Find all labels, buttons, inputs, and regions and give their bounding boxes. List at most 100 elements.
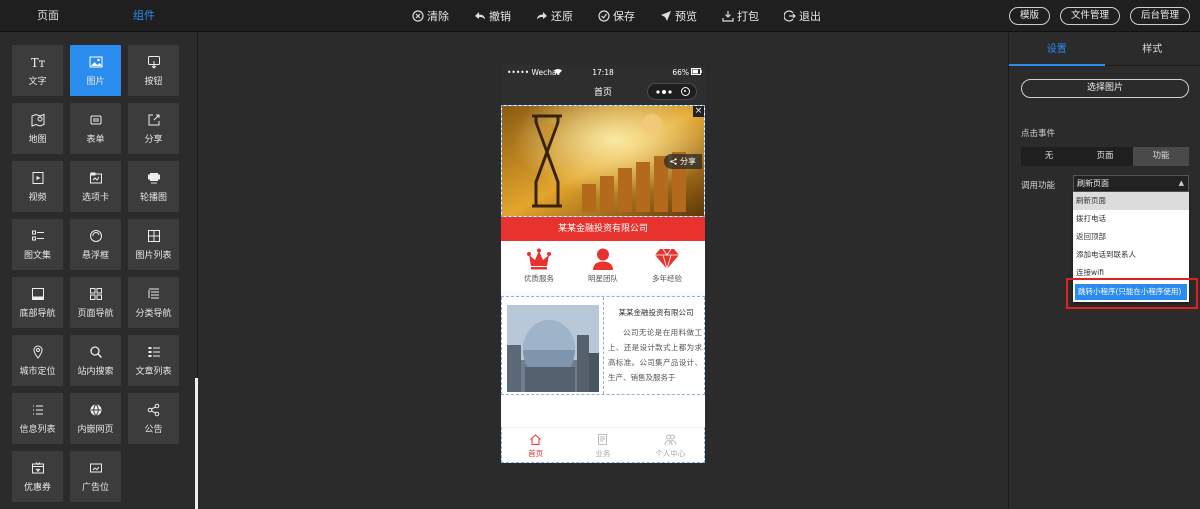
svg-text:Tт: Tт: [31, 56, 45, 69]
dropdown-option[interactable]: 返回顶部: [1073, 228, 1189, 246]
feature-service[interactable]: 优质服务: [524, 248, 554, 284]
component-label: 站内搜索: [77, 366, 114, 377]
tab-settings[interactable]: 设置: [1009, 33, 1105, 66]
admin-button[interactable]: 后台管理: [1129, 7, 1190, 25]
component-label: 分享: [144, 134, 163, 145]
diamond-icon: [655, 248, 679, 270]
tab-business[interactable]: 业务: [569, 428, 636, 462]
preview-button[interactable]: 预览: [660, 8, 697, 24]
tab-label: 个人中心: [655, 449, 686, 458]
component-tile[interactable]: 选项卡: [70, 161, 121, 212]
button-icon: [147, 55, 160, 69]
component-tile[interactable]: 站内搜索: [70, 335, 121, 386]
close-miniapp-icon[interactable]: [681, 87, 690, 96]
choose-image-button[interactable]: 选择图片: [1021, 79, 1189, 98]
feature-team[interactable]: 明星团队: [588, 248, 618, 284]
component-label: 文章列表: [135, 366, 172, 377]
component-tile[interactable]: 图片列表: [128, 219, 179, 270]
component-tile[interactable]: 表单: [70, 103, 121, 154]
feature-experience[interactable]: 多年经验: [652, 248, 682, 284]
preview-label: 预览: [675, 10, 697, 23]
component-tile[interactable]: 悬浮框: [70, 219, 121, 270]
dropdown-option[interactable]: 刷新页面: [1073, 192, 1189, 210]
save-button[interactable]: 保存: [598, 8, 635, 24]
close-icon[interactable]: ×: [693, 106, 704, 117]
component-tile[interactable]: 图文集: [12, 219, 63, 270]
component-grid: Tт 文字 图片 按钮地图 表单 分享视频 选项卡 轮播图图文集 悬浮框 图片列表底部导航 页面导航…: [12, 45, 179, 502]
component-tile[interactable]: 轮播图: [128, 161, 179, 212]
component-tile[interactable]: Tт 文字: [12, 45, 63, 96]
component-tile[interactable]: 图片: [70, 45, 121, 96]
redo-button[interactable]: 还原: [536, 8, 573, 24]
feature-label: 多年经验: [652, 274, 682, 283]
capsule-menu[interactable]: [647, 83, 697, 100]
page-nav-icon: [89, 287, 102, 300]
component-tile[interactable]: 城市定位: [12, 335, 63, 386]
save-icon: [598, 10, 610, 22]
user-center-icon: [664, 434, 677, 446]
bottom-nav-icon: [31, 287, 44, 300]
dropdown-option[interactable]: 拨打电话: [1073, 210, 1189, 228]
more-icon: [656, 90, 672, 94]
component-tile[interactable]: 按钮: [128, 45, 179, 96]
exit-label: 退出: [799, 10, 821, 23]
component-tile[interactable]: 视频: [12, 161, 63, 212]
divider: [603, 297, 604, 394]
event-option-function[interactable]: 功能: [1133, 147, 1189, 166]
undo-button[interactable]: 撤销: [474, 8, 511, 24]
undo-label: 撤销: [489, 10, 511, 23]
tab-page[interactable]: 页面: [0, 0, 96, 32]
image-text-icon: [31, 230, 44, 240]
component-tile[interactable]: 文章列表: [128, 335, 179, 386]
feature-label: 明星团队: [588, 274, 618, 283]
function-select[interactable]: 刷新页面 ▲: [1073, 175, 1189, 192]
tab-components[interactable]: 组件: [96, 0, 192, 32]
save-label: 保存: [613, 10, 635, 23]
event-option-page[interactable]: 页面: [1077, 147, 1133, 166]
component-tile[interactable]: 广告位: [70, 451, 121, 502]
package-label: 打包: [737, 10, 759, 23]
component-tile[interactable]: 分类导航: [128, 277, 179, 328]
function-label: 调用功能: [1021, 181, 1056, 191]
scrollbar[interactable]: [195, 378, 198, 509]
package-button[interactable]: 打包: [722, 8, 759, 24]
preview-icon: [661, 11, 671, 21]
event-type-selector: 无 页面 功能: [1021, 147, 1189, 166]
article-title: 某某金融投资有限公司: [618, 308, 694, 317]
crown-icon: [527, 248, 551, 270]
component-label: 图片列表: [135, 250, 172, 261]
share-pill[interactable]: 分享: [664, 154, 702, 169]
component-tile[interactable]: 信息列表: [12, 393, 63, 444]
component-tile[interactable]: 地图: [12, 103, 63, 154]
template-button[interactable]: 模版: [1008, 7, 1050, 25]
tab-label: 首页: [528, 449, 544, 458]
feature-row: 优质服务 明星团队 多年经验: [501, 241, 705, 291]
package-icon: [722, 11, 734, 22]
banner-image[interactable]: × 分享: [501, 105, 705, 217]
file-manager-button[interactable]: 文件管理: [1059, 7, 1120, 25]
component-label: 广告位: [81, 482, 109, 493]
component-tile[interactable]: 公告: [128, 393, 179, 444]
image-text-block[interactable]: 某某金融投资有限公司 公司无论是在用料做工上、还是设计款式上都为求高标准。公司集…: [501, 297, 705, 395]
component-label: 分类导航: [135, 308, 172, 319]
component-tile[interactable]: 分享: [128, 103, 179, 154]
person-icon: [593, 248, 613, 270]
exit-button[interactable]: 退出: [784, 8, 821, 24]
tab-home[interactable]: 首页: [502, 428, 569, 462]
component-tile[interactable]: 页面导航: [70, 277, 121, 328]
component-tile[interactable]: 内嵌网页: [70, 393, 121, 444]
dropdown-option[interactable]: 添加电话到联系人: [1073, 246, 1189, 264]
component-label: 信息列表: [19, 424, 56, 435]
component-label: 内嵌网页: [77, 424, 114, 435]
tab-user-center[interactable]: 个人中心: [637, 428, 704, 462]
mini-program-navbar: 首页: [501, 79, 705, 105]
tab-style[interactable]: 样式: [1105, 33, 1200, 65]
event-option-none[interactable]: 无: [1021, 147, 1077, 166]
home-icon: [530, 434, 541, 445]
component-tile[interactable]: 底部导航: [12, 277, 63, 328]
clear-button[interactable]: 清除: [412, 8, 449, 24]
bottom-tab-bar: 首页 业务 个人中心: [501, 427, 705, 463]
ad-icon: [89, 463, 102, 472]
component-tile[interactable]: 优惠券: [12, 451, 63, 502]
webview-icon: [90, 403, 101, 416]
